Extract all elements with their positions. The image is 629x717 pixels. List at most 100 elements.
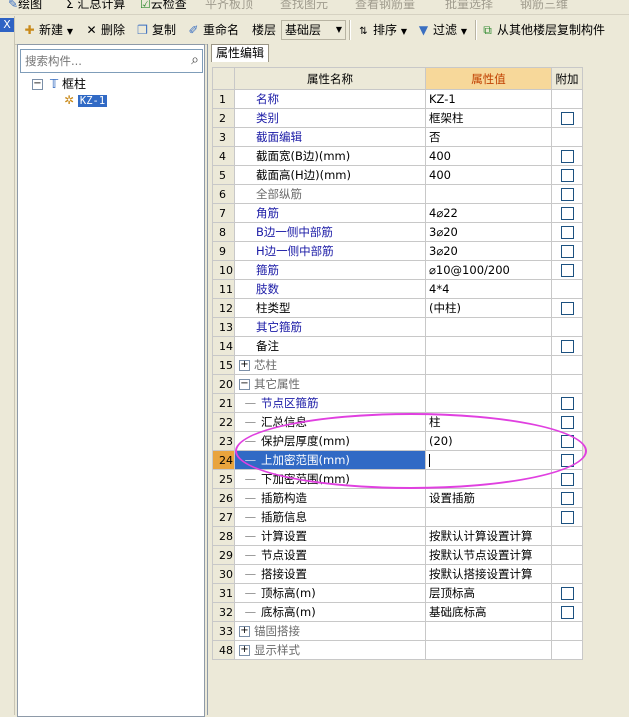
property-value-cell[interactable] <box>425 507 552 527</box>
sort-button[interactable]: ⇅ 排序 ▼ <box>356 21 407 39</box>
table-row[interactable]: 8 B边一侧中部筋 3⌀20 <box>212 222 583 242</box>
draw-button[interactable]: ✎绘图 <box>8 0 42 12</box>
property-name-cell[interactable]: — 保护层厚度(mm) <box>234 431 426 451</box>
delete-button[interactable]: ✕ 删除 <box>84 21 125 39</box>
tab-property-edit[interactable]: 属性编辑 <box>211 44 269 62</box>
close-panel-button[interactable]: X <box>0 18 14 32</box>
table-row[interactable]: 13 其它箍筋 <box>212 317 583 337</box>
property-value-cell[interactable]: 层顶标高 <box>425 583 552 603</box>
table-row[interactable]: 4 截面宽(B边)(mm) 400 <box>212 146 583 166</box>
extra-checkbox[interactable] <box>560 492 574 505</box>
property-value-cell[interactable]: (20) <box>425 431 552 451</box>
property-name-cell[interactable]: — 下加密范围(mm) <box>234 469 426 489</box>
table-row[interactable]: 28 — 计算设置 按默认计算设置计算 <box>212 526 583 546</box>
property-name-cell[interactable]: — 计算设置 <box>234 526 426 546</box>
property-name-cell[interactable]: B边一侧中部筋 <box>234 222 426 242</box>
table-row[interactable]: 7 角筋 4⌀22 <box>212 203 583 223</box>
extra-checkbox[interactable] <box>560 511 574 524</box>
property-name-cell[interactable]: 截面编辑 <box>234 127 426 147</box>
floor-select[interactable]: 基础层 ▼ <box>281 20 346 40</box>
property-name-cell[interactable]: — 节点设置 <box>234 545 426 565</box>
table-row[interactable]: 10 箍筋 ⌀10@100/200 <box>212 260 583 280</box>
table-row[interactable]: 5 截面高(H边)(mm) 400 <box>212 165 583 185</box>
property-name-cell[interactable]: — 顶标高(m) <box>234 583 426 603</box>
extra-checkbox[interactable] <box>560 302 574 315</box>
table-row[interactable]: 1 名称 KZ-1 <box>212 89 583 109</box>
table-row[interactable]: 3 截面编辑 否 <box>212 127 583 147</box>
table-row[interactable]: 21 — 节点区箍筋 <box>212 393 583 413</box>
table-row[interactable]: 12 柱类型 (中柱) <box>212 298 583 318</box>
property-name-cell[interactable]: 名称 <box>234 89 426 109</box>
property-value-cell[interactable] <box>425 621 552 641</box>
extra-checkbox[interactable] <box>560 454 574 467</box>
property-name-cell[interactable]: 柱类型 <box>234 298 426 318</box>
extra-checkbox[interactable] <box>560 245 574 258</box>
extra-checkbox[interactable] <box>560 188 574 201</box>
collapse-toggle[interactable]: − <box>32 79 43 90</box>
property-value-cell[interactable] <box>425 336 552 356</box>
find-element-button[interactable]: 查找图元 <box>280 0 328 12</box>
property-name-cell[interactable]: + 显示样式 <box>234 640 426 660</box>
expand-toggle[interactable]: + <box>239 645 250 656</box>
table-row[interactable]: 14 备注 <box>212 336 583 356</box>
table-row[interactable]: 24 — 上加密范围(mm) <box>212 450 583 470</box>
extra-checkbox[interactable] <box>560 587 574 600</box>
filter-button[interactable]: ▼ 过滤 ▼ <box>416 21 467 39</box>
property-name-cell[interactable]: 全部纵筋 <box>234 184 426 204</box>
property-name-cell[interactable]: 肢数 <box>234 279 426 299</box>
extra-checkbox[interactable] <box>560 435 574 448</box>
property-value-cell[interactable] <box>425 469 552 489</box>
property-value-cell[interactable]: 框架柱 <box>425 108 552 128</box>
batch-select-button[interactable]: 批量选择 <box>445 0 493 12</box>
property-value-cell[interactable]: 基础底标高 <box>425 602 552 622</box>
extra-checkbox[interactable] <box>560 606 574 619</box>
table-row[interactable]: 20− 其它属性 <box>212 374 583 394</box>
property-value-cell[interactable]: 按默认计算设置计算 <box>425 526 552 546</box>
property-name-cell[interactable]: — 上加密范围(mm) <box>234 450 426 470</box>
property-name-cell[interactable]: — 底标高(m) <box>234 602 426 622</box>
rebar-3d-button[interactable]: 钢筋三维 <box>520 0 568 12</box>
search-input[interactable] <box>23 52 177 70</box>
property-name-cell[interactable]: — 节点区箍筋 <box>234 393 426 413</box>
property-name-cell[interactable]: 角筋 <box>234 203 426 223</box>
property-name-cell[interactable]: — 插筋构造 <box>234 488 426 508</box>
property-name-cell[interactable]: — 搭接设置 <box>234 564 426 584</box>
extra-checkbox[interactable] <box>560 150 574 163</box>
property-value-cell[interactable]: 4*4 <box>425 279 552 299</box>
property-value-cell[interactable] <box>425 374 552 394</box>
property-value-cell[interactable]: 按默认搭接设置计算 <box>425 564 552 584</box>
property-name-cell[interactable]: 备注 <box>234 336 426 356</box>
table-row[interactable]: 27 — 插筋信息 <box>212 507 583 527</box>
property-value-cell[interactable] <box>425 393 552 413</box>
table-row[interactable]: 6 全部纵筋 <box>212 184 583 204</box>
extra-checkbox[interactable] <box>560 473 574 486</box>
property-name-cell[interactable]: 箍筋 <box>234 260 426 280</box>
property-value-cell[interactable] <box>425 184 552 204</box>
property-name-cell[interactable]: − 其它属性 <box>234 374 426 394</box>
extra-checkbox[interactable] <box>560 207 574 220</box>
table-row[interactable]: 48 + 显示样式 <box>212 640 583 660</box>
table-row[interactable]: 31 — 顶标高(m) 层顶标高 <box>212 583 583 603</box>
property-name-cell[interactable]: 截面宽(B边)(mm) <box>234 146 426 166</box>
table-row[interactable]: 9 H边一侧中部筋 3⌀20 <box>212 241 583 261</box>
extra-checkbox[interactable] <box>560 340 574 353</box>
table-row[interactable]: 11 肢数 4*4 <box>212 279 583 299</box>
property-value-cell[interactable]: 柱 <box>425 412 552 432</box>
table-row[interactable]: 23 — 保护层厚度(mm) (20) <box>212 431 583 451</box>
property-name-cell[interactable]: + 芯柱 <box>234 355 426 375</box>
extra-checkbox[interactable] <box>560 264 574 277</box>
property-value-cell[interactable]: KZ-1 <box>425 89 552 109</box>
tree-node-frame-column[interactable]: − 𝕋 框柱 <box>32 76 86 92</box>
property-value-cell[interactable]: 否 <box>425 127 552 147</box>
expand-toggle[interactable]: + <box>239 626 250 637</box>
extra-checkbox[interactable] <box>560 112 574 125</box>
table-row[interactable]: 30 — 搭接设置 按默认搭接设置计算 <box>212 564 583 584</box>
table-row[interactable]: 25 — 下加密范围(mm) <box>212 469 583 489</box>
copy-from-floor-button[interactable]: ⧉ 从其他楼层复制构件 <box>480 21 605 39</box>
cloud-check-button[interactable]: ☑云检查 <box>140 0 187 12</box>
new-button[interactable]: ✚ 新建 ▼ <box>22 21 73 39</box>
view-rebar-button[interactable]: 查看钢筋量 <box>355 0 415 12</box>
sum-calc-button[interactable]: Σ 汇总计算 <box>66 0 125 12</box>
property-name-cell[interactable]: — 插筋信息 <box>234 507 426 527</box>
property-value-cell[interactable] <box>425 355 552 375</box>
